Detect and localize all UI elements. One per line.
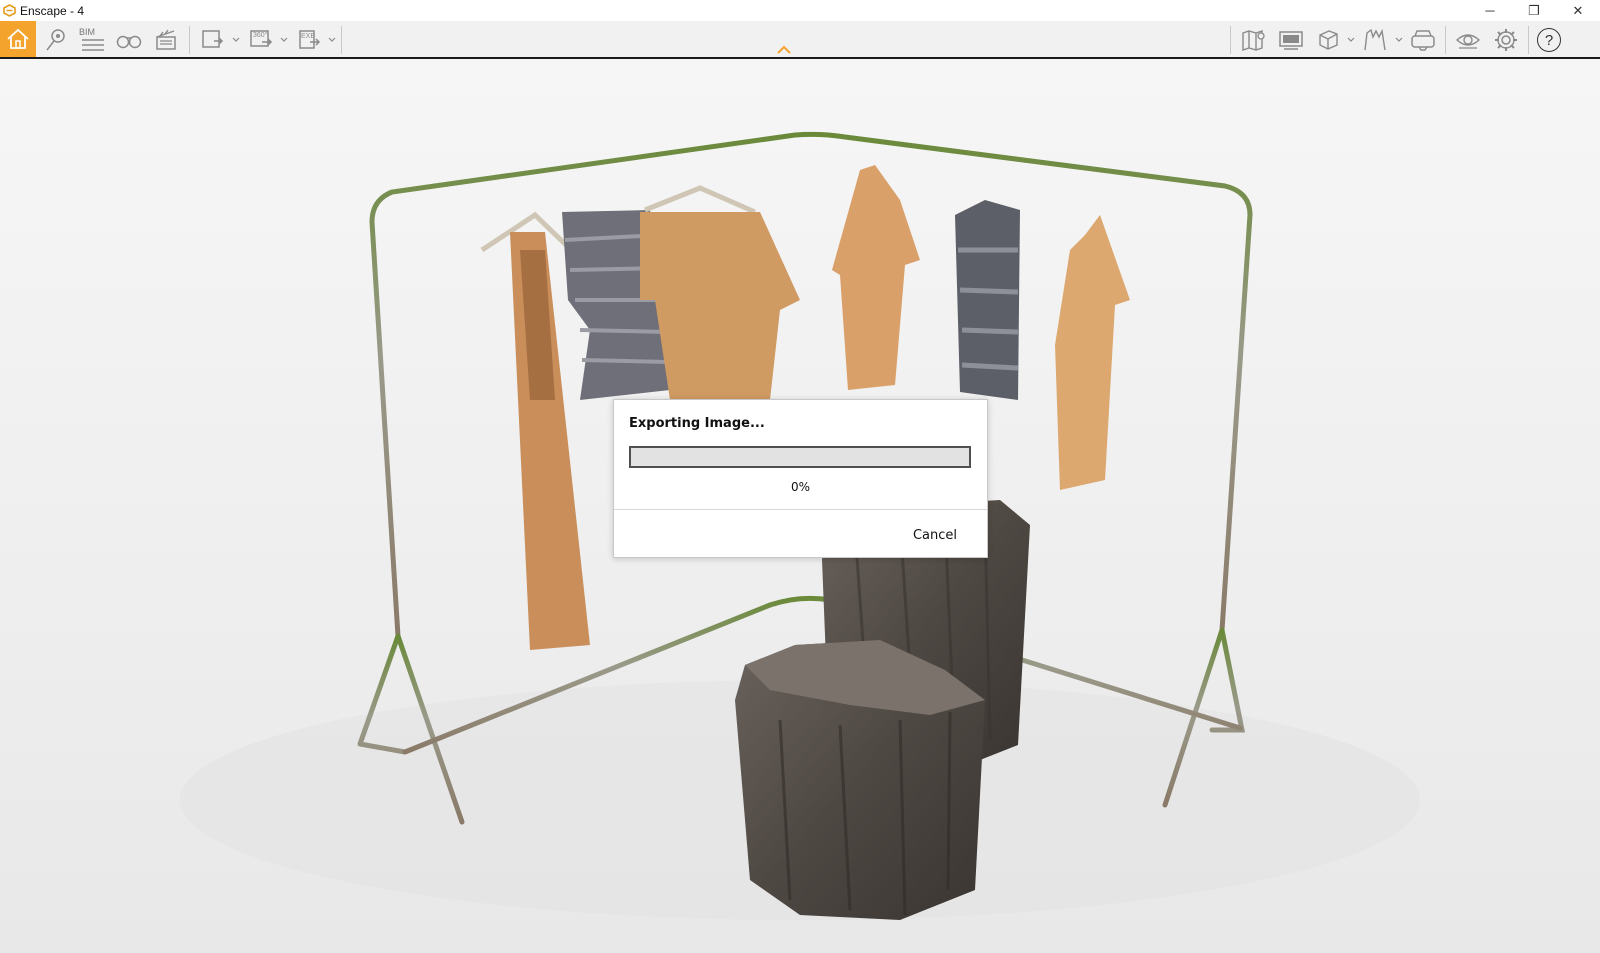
bim-label: BIM [79,27,96,37]
help-icon: ? [1537,28,1561,52]
dialog-divider [614,509,987,510]
toolbar-divider [1445,26,1446,54]
export-progress-bar [629,446,971,468]
binoculars-icon [116,35,142,49]
help-button[interactable]: ? [1534,23,1564,57]
home-icon [7,28,29,49]
chevron-down-icon[interactable] [232,37,240,43]
help-label: ? [1544,31,1554,49]
screen-button[interactable] [1276,23,1306,57]
visual-settings-button[interactable] [1360,23,1390,57]
render-image-icon [202,30,224,48]
view-mode-button[interactable] [1453,23,1483,57]
chevron-down-icon[interactable] [1395,37,1403,43]
export-360-label: 360° [253,32,268,39]
vr-headset-icon [1411,30,1435,51]
export-progress-dialog: Exporting Image... 0% Cancel [613,399,988,558]
title-bar: Enscape - 4 ─ ❐ ✕ [0,0,1600,21]
vr-headset-button[interactable] [1408,23,1438,57]
render-viewport[interactable]: Exporting Image... 0% Cancel [0,59,1600,953]
chevron-down-icon[interactable] [280,37,288,43]
export-exe-label: EXE [301,33,316,40]
visual-settings-icon [1364,28,1386,51]
eye-icon [1455,34,1481,49]
place-marker-icon [46,29,65,51]
gear-icon [1495,29,1517,51]
export-exe-icon [299,30,321,49]
toolbar-divider [1528,26,1529,54]
export-360-button[interactable]: 360° [246,23,276,57]
window-title: Enscape - 4 [20,3,85,18]
toolbar-divider [189,26,190,54]
bim-icon [82,39,104,51]
render-image-button[interactable] [198,23,228,57]
main-toolbar: BIM 360° EXE ? [0,21,1600,59]
chevron-up-icon[interactable] [777,45,791,54]
chevron-down-icon[interactable] [1347,37,1355,43]
toolbar-divider [341,26,342,54]
enscape-logo-icon [2,4,16,18]
home-button[interactable] [0,21,36,57]
video-editor-button[interactable] [152,23,180,57]
toolbar-divider [1230,26,1231,54]
asset-library-button[interactable] [1314,23,1342,57]
progress-percent: 0% [790,480,811,494]
close-button[interactable]: ✕ [1556,0,1600,21]
clapperboard-icon [156,29,176,50]
views-button[interactable] [41,23,71,57]
dialog-title: Exporting Image... [629,416,765,431]
chevron-down-icon[interactable] [328,37,336,43]
settings-button[interactable] [1491,23,1521,57]
bim-button[interactable]: BIM [79,23,107,57]
export-exe-button[interactable]: EXE [295,23,325,57]
cube-icon [1319,30,1338,50]
walk-mode-button[interactable] [114,23,144,57]
map-button[interactable] [1239,23,1269,57]
screen-icon [1279,31,1303,50]
minimize-button[interactable]: ─ [1468,0,1512,21]
restore-button[interactable]: ❐ [1512,0,1556,21]
cancel-button[interactable]: Cancel [913,528,957,543]
map-icon [1242,30,1265,51]
